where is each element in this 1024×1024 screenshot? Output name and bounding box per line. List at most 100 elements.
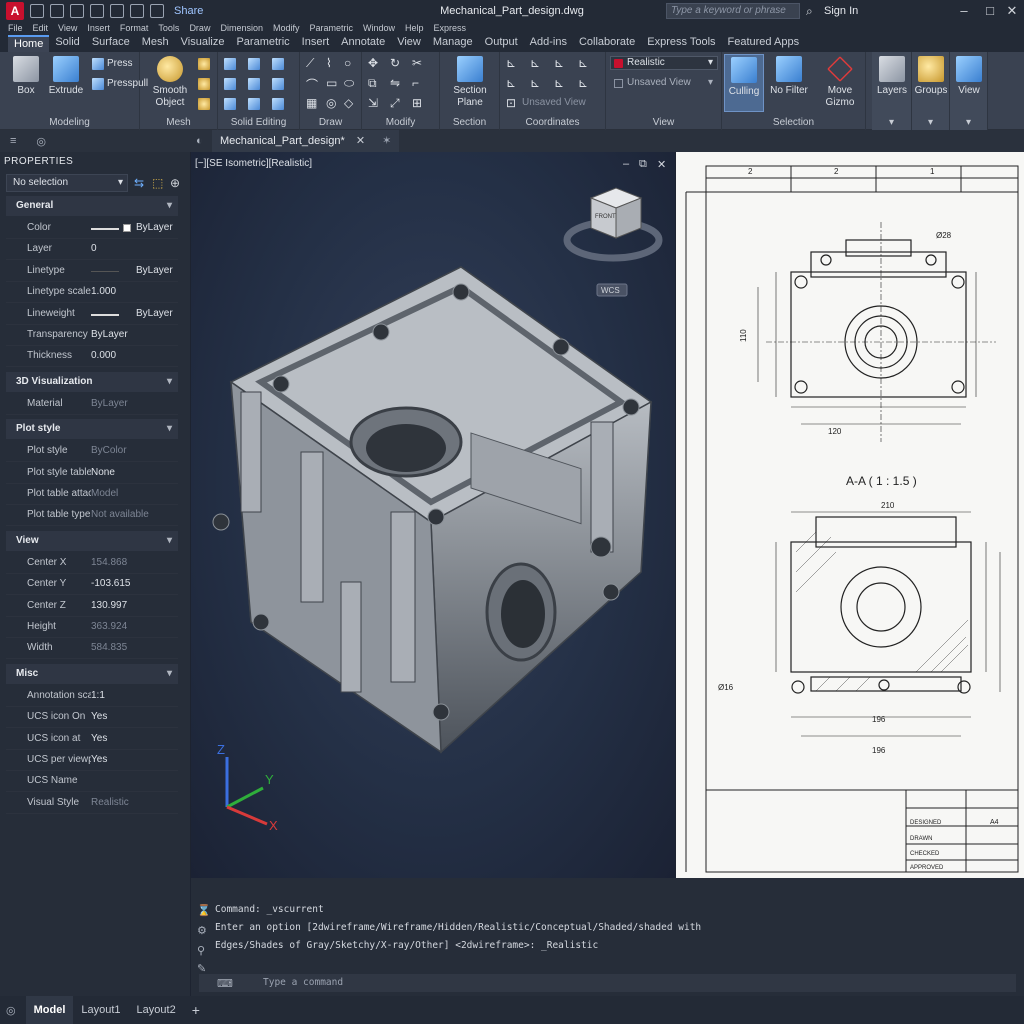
property-row[interactable]: Center Y -103.615: [6, 574, 178, 596]
tab-express-tools[interactable]: Express Tools: [641, 35, 721, 52]
property-value[interactable]: Yes: [91, 754, 107, 765]
fillet-icon[interactable]: ⌐: [412, 76, 419, 90]
property-row[interactable]: Center X 154.868: [6, 553, 178, 574]
share-button[interactable]: Share: [174, 5, 203, 17]
layout-menu-icon[interactable]: ◎: [6, 1004, 16, 1017]
property-row[interactable]: Transparency ByLayer: [6, 325, 178, 346]
property-value[interactable]: 1:1: [91, 690, 105, 701]
move-icon[interactable]: ✥: [368, 56, 378, 70]
open-icon[interactable]: [50, 4, 64, 18]
tab-output[interactable]: Output: [479, 35, 524, 52]
culling-button[interactable]: Culling: [724, 54, 764, 112]
wcs-menu[interactable]: WCS: [596, 283, 628, 297]
selection-group-label[interactable]: Selection: [722, 117, 865, 128]
property-value[interactable]: ByLayer: [91, 329, 128, 340]
tab-featured-apps[interactable]: Featured Apps: [722, 35, 806, 52]
intersect-icon[interactable]: [272, 58, 284, 70]
menu-format[interactable]: Format: [120, 23, 149, 33]
cube-front-label[interactable]: FRONT: [595, 214, 616, 220]
property-row[interactable]: Material ByLayer: [6, 394, 178, 415]
view-cube[interactable]: FRONT: [563, 187, 663, 262]
section-header-misc[interactable]: Misc: [6, 663, 178, 684]
tab-info-icon[interactable]: ◐: [196, 135, 203, 147]
ucs-y-icon[interactable]: ⊾: [530, 76, 540, 90]
copy-icon[interactable]: ⧉: [368, 76, 377, 91]
separate-icon[interactable]: [272, 98, 284, 110]
named-view-dropdown[interactable]: Unsaved View ▾: [610, 76, 718, 90]
ucs-origin-icon[interactable]: ⊾: [554, 56, 564, 70]
groups-expand-icon[interactable]: ▾: [912, 117, 949, 128]
view-group-label[interactable]: View: [606, 117, 721, 128]
tab-surface[interactable]: Surface: [86, 35, 136, 52]
menu-view[interactable]: View: [58, 23, 77, 33]
slice-icon[interactable]: [224, 78, 236, 90]
property-row[interactable]: Plot table type Not available: [6, 505, 178, 527]
property-value[interactable]: None: [91, 467, 115, 478]
tab-parametric[interactable]: Parametric: [230, 35, 295, 52]
section-group-label[interactable]: Section: [440, 117, 499, 128]
property-value[interactable]: 130.997: [91, 600, 127, 611]
mesh-tool-icon[interactable]: [198, 58, 210, 70]
chamfer-edge-icon[interactable]: [224, 98, 236, 110]
property-value[interactable]: 0.000: [91, 350, 116, 361]
ucs-x-icon[interactable]: ⊾: [506, 76, 516, 90]
save-as-icon[interactable]: [90, 4, 104, 18]
property-value[interactable]: ByLayer: [136, 222, 173, 233]
visual-style-dropdown[interactable]: Realistic ▾: [610, 56, 718, 70]
document-tab[interactable]: Mechanical_Part_design* ✕ ✶: [212, 130, 400, 152]
menu-tools[interactable]: Tools: [158, 23, 179, 33]
tab-layout2[interactable]: Layout2: [129, 996, 184, 1024]
property-row[interactable]: Linetype scale 1.000: [6, 282, 178, 304]
menu-parametric[interactable]: Parametric: [310, 23, 354, 33]
property-value[interactable]: ByLayer: [136, 308, 173, 319]
ucs-icon[interactable]: ⊾: [506, 56, 516, 70]
tab-solid[interactable]: Solid: [49, 35, 85, 52]
property-row[interactable]: Thickness 0.000: [6, 346, 178, 368]
property-value[interactable]: Yes: [91, 733, 107, 744]
toggle-pickadd-icon[interactable]: ⊕: [170, 176, 180, 190]
shell-icon[interactable]: [248, 98, 260, 110]
ellipse-icon[interactable]: ⬭: [344, 76, 354, 91]
tab-layout1[interactable]: Layout1: [73, 996, 128, 1024]
array-icon[interactable]: ⊞: [412, 96, 422, 110]
menu-modify[interactable]: Modify: [273, 23, 300, 33]
modify-group-label[interactable]: Modify: [362, 117, 439, 128]
close-tab-icon[interactable]: ✕: [356, 135, 365, 147]
command-options-icon[interactable]: ⚲: [197, 944, 205, 957]
mesh-tool-icon[interactable]: [198, 98, 210, 110]
press-button[interactable]: Press: [107, 58, 133, 69]
ucs-3point-icon[interactable]: ⊾: [578, 56, 588, 70]
property-row[interactable]: UCS icon On Yes: [6, 707, 178, 729]
property-row[interactable]: Linetype ByLayer: [6, 261, 178, 282]
model-viewport[interactable]: [−][SE Isometric][Realistic] – ⧉ ✕ FRONT…: [191, 152, 675, 878]
circle-icon[interactable]: ○: [344, 56, 351, 70]
polyline-icon[interactable]: ⌇: [326, 56, 332, 70]
move-gizmo-button[interactable]: Move Gizmo: [818, 56, 862, 109]
section-header-plot-style[interactable]: Plot style: [6, 419, 178, 440]
menu-help[interactable]: Help: [405, 23, 424, 33]
property-value[interactable]: 584.835: [91, 642, 127, 653]
hatch-icon[interactable]: ▦: [306, 96, 317, 110]
tab-insert[interactable]: Insert: [296, 35, 336, 52]
search-icon[interactable]: ⌕: [806, 4, 813, 19]
start-tab-icon[interactable]: ◎: [36, 135, 46, 148]
property-value[interactable]: 154.868: [91, 557, 127, 568]
section-header-view[interactable]: View: [6, 530, 178, 551]
tab-collaborate[interactable]: Collaborate: [573, 35, 641, 52]
menu-edit[interactable]: Edit: [33, 23, 49, 33]
menu-file[interactable]: File: [8, 23, 23, 33]
tab-view[interactable]: View: [391, 35, 427, 52]
subtract-icon[interactable]: [248, 58, 260, 70]
gear-housing-model[interactable]: [212, 266, 653, 754]
unsaved-view-short[interactable]: Unsaved View: [522, 97, 586, 108]
mesh-tool-icon[interactable]: [198, 78, 210, 90]
solid-editing-group-label[interactable]: Solid Editing: [218, 117, 299, 128]
property-row[interactable]: Center Z 130.997: [6, 596, 178, 617]
mesh-group-label[interactable]: Mesh: [140, 117, 217, 128]
close-button[interactable]: ✕: [1002, 3, 1022, 19]
menu-draw[interactable]: Draw: [189, 23, 210, 33]
menu-window[interactable]: Window: [363, 23, 395, 33]
sign-in-button[interactable]: Sign In: [824, 5, 858, 17]
property-row[interactable]: Plot table attac...Model: [6, 484, 178, 505]
minimize-button[interactable]: –: [954, 3, 974, 19]
